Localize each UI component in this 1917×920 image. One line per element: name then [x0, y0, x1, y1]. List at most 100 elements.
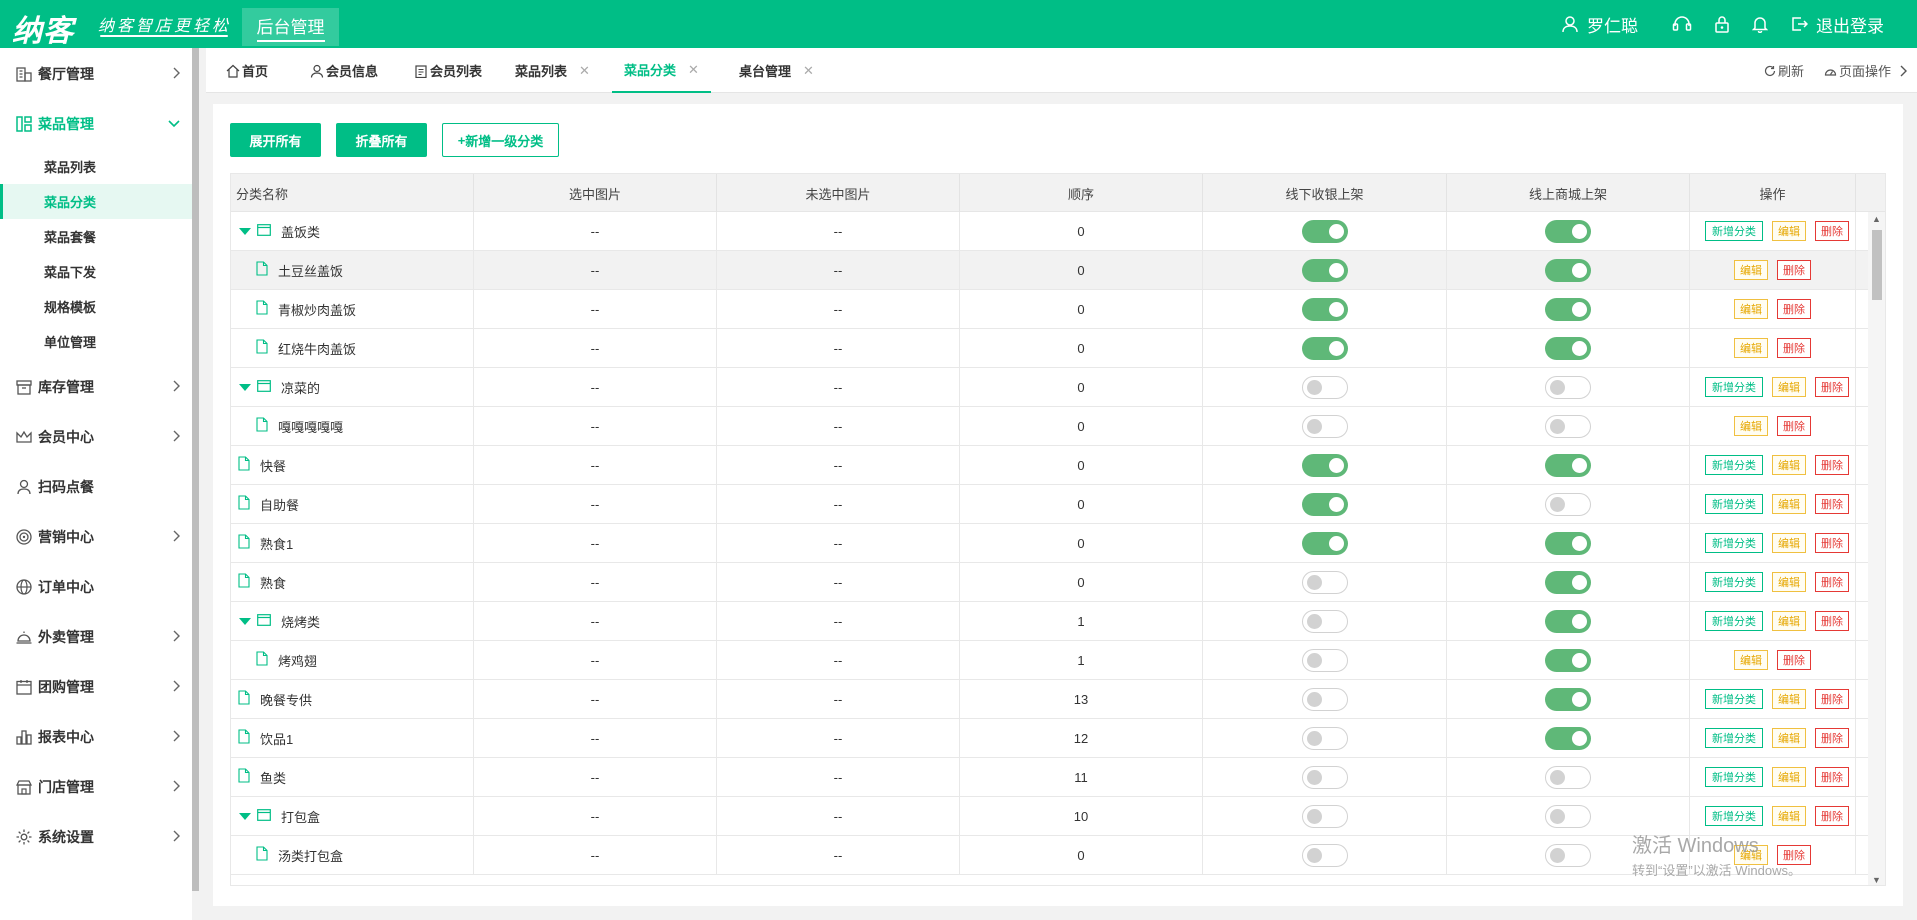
offline-shelf-toggle[interactable]: [1301, 648, 1348, 672]
tab-dish-list[interactable]: 菜品列表 ✕: [515, 48, 590, 93]
add-subcategory-button[interactable]: 新增分类: [1705, 728, 1763, 748]
online-shelf-toggle[interactable]: [1545, 765, 1591, 789]
delete-button[interactable]: 删除: [1815, 221, 1849, 241]
delete-button[interactable]: 删除: [1815, 689, 1849, 709]
delete-button[interactable]: 删除: [1815, 377, 1849, 397]
online-shelf-toggle[interactable]: [1545, 648, 1591, 672]
delete-button[interactable]: 删除: [1815, 728, 1849, 748]
sidebar-item-settings[interactable]: 系统设置: [0, 812, 192, 862]
add-subcategory-button[interactable]: 新增分类: [1705, 494, 1763, 514]
online-shelf-toggle[interactable]: [1545, 375, 1591, 399]
delete-button[interactable]: 删除: [1815, 494, 1849, 514]
page-ops-button[interactable]: 页面操作: [1824, 61, 1891, 80]
delete-button[interactable]: 删除: [1815, 572, 1849, 592]
add-subcategory-button[interactable]: 新增分类: [1705, 221, 1763, 241]
tab-home[interactable]: 首页: [226, 48, 268, 93]
chevron-right-icon[interactable]: [1899, 65, 1909, 77]
submenu-dish-category[interactable]: 菜品分类: [0, 184, 192, 219]
refresh-button[interactable]: 刷新: [1764, 61, 1804, 80]
edit-button[interactable]: 编辑: [1772, 494, 1806, 514]
online-shelf-toggle[interactable]: [1545, 687, 1591, 711]
edit-button[interactable]: 编辑: [1734, 299, 1768, 319]
expand-toggle-icon[interactable]: [239, 617, 251, 625]
table-scrollbar[interactable]: ▲ ▼: [1868, 212, 1885, 885]
edit-button[interactable]: 编辑: [1772, 221, 1806, 241]
edit-button[interactable]: 编辑: [1734, 260, 1768, 280]
edit-button[interactable]: 编辑: [1734, 650, 1768, 670]
bell-icon[interactable]: [1752, 15, 1768, 33]
online-shelf-toggle[interactable]: [1545, 804, 1591, 828]
submenu-dish-combo[interactable]: 菜品套餐: [0, 219, 192, 254]
delete-button[interactable]: 删除: [1815, 533, 1849, 553]
sidebar-item-takeout[interactable]: 外卖管理: [0, 612, 192, 662]
online-shelf-toggle[interactable]: [1545, 492, 1591, 516]
edit-button[interactable]: 编辑: [1772, 611, 1806, 631]
online-shelf-toggle[interactable]: [1545, 453, 1591, 477]
online-shelf-toggle[interactable]: [1545, 414, 1591, 438]
offline-shelf-toggle[interactable]: [1301, 570, 1348, 594]
sidebar-item-group-buy[interactable]: 团购管理: [0, 662, 192, 712]
delete-button[interactable]: 删除: [1777, 338, 1811, 358]
submenu-dish-list[interactable]: 菜品列表: [0, 149, 192, 184]
submenu-unit-management[interactable]: 单位管理: [0, 324, 192, 359]
sidebar-item-stores[interactable]: 门店管理: [0, 762, 192, 812]
support-icon[interactable]: [1672, 15, 1692, 33]
offline-shelf-toggle[interactable]: [1301, 453, 1348, 477]
delete-button[interactable]: 删除: [1777, 416, 1811, 436]
offline-shelf-toggle[interactable]: [1301, 765, 1348, 789]
delete-button[interactable]: 删除: [1777, 650, 1811, 670]
add-subcategory-button[interactable]: 新增分类: [1705, 377, 1763, 397]
online-shelf-toggle[interactable]: [1545, 531, 1591, 555]
add-subcategory-button[interactable]: 新增分类: [1705, 767, 1763, 787]
online-shelf-toggle[interactable]: [1545, 570, 1591, 594]
sidebar-item-members[interactable]: 会员中心: [0, 412, 192, 462]
user-menu[interactable]: 罗仁聪: [1561, 12, 1638, 37]
offline-shelf-toggle[interactable]: [1301, 219, 1348, 243]
sidebar-scrollbar[interactable]: [192, 48, 199, 891]
tab-member-list[interactable]: 会员列表: [414, 48, 482, 93]
nav-admin[interactable]: 后台管理: [242, 8, 339, 46]
close-icon[interactable]: ✕: [688, 62, 699, 78]
expand-toggle-icon[interactable]: [239, 812, 251, 820]
add-subcategory-button[interactable]: 新增分类: [1705, 533, 1763, 553]
edit-button[interactable]: 编辑: [1772, 533, 1806, 553]
offline-shelf-toggle[interactable]: [1301, 336, 1348, 360]
online-shelf-toggle[interactable]: [1545, 258, 1591, 282]
online-shelf-toggle[interactable]: [1545, 219, 1591, 243]
add-subcategory-button[interactable]: 新增分类: [1705, 689, 1763, 709]
scrollbar-thumb[interactable]: [1872, 230, 1882, 300]
expand-toggle-icon[interactable]: [239, 383, 251, 391]
close-icon[interactable]: ✕: [803, 63, 814, 79]
logout-button[interactable]: 退出登录: [1790, 12, 1884, 37]
online-shelf-toggle[interactable]: [1545, 843, 1591, 867]
offline-shelf-toggle[interactable]: [1301, 258, 1348, 282]
sidebar-item-orders[interactable]: 订单中心: [0, 562, 192, 612]
edit-button[interactable]: 编辑: [1772, 728, 1806, 748]
offline-shelf-toggle[interactable]: [1301, 375, 1348, 399]
edit-button[interactable]: 编辑: [1772, 806, 1806, 826]
offline-shelf-toggle[interactable]: [1301, 414, 1348, 438]
add-subcategory-button[interactable]: 新增分类: [1705, 572, 1763, 592]
offline-shelf-toggle[interactable]: [1301, 609, 1348, 633]
sidebar-item-inventory[interactable]: 库存管理: [0, 362, 192, 412]
sidebar-item-reports[interactable]: 报表中心: [0, 712, 192, 762]
offline-shelf-toggle[interactable]: [1301, 843, 1348, 867]
collapse-all-button[interactable]: 折叠所有: [336, 123, 427, 157]
tab-member-info[interactable]: 会员信息: [310, 48, 378, 93]
add-subcategory-button[interactable]: 新增分类: [1705, 806, 1763, 826]
delete-button[interactable]: 删除: [1815, 806, 1849, 826]
delete-button[interactable]: 删除: [1815, 767, 1849, 787]
lock-icon[interactable]: [1714, 15, 1730, 33]
sidebar-item-dishes[interactable]: 菜品管理: [0, 99, 192, 149]
add-subcategory-button[interactable]: 新增分类: [1705, 611, 1763, 631]
sidebar-item-scan-order[interactable]: 扫码点餐: [0, 462, 192, 512]
submenu-spec-template[interactable]: 规格模板: [0, 289, 192, 324]
delete-button[interactable]: 删除: [1815, 455, 1849, 475]
expand-all-button[interactable]: 展开所有: [230, 123, 321, 157]
delete-button[interactable]: 删除: [1815, 611, 1849, 631]
offline-shelf-toggle[interactable]: [1301, 804, 1348, 828]
sidebar-item-restaurant[interactable]: 餐厅管理: [0, 49, 192, 99]
offline-shelf-toggle[interactable]: [1301, 687, 1348, 711]
offline-shelf-toggle[interactable]: [1301, 531, 1348, 555]
delete-button[interactable]: 删除: [1777, 299, 1811, 319]
